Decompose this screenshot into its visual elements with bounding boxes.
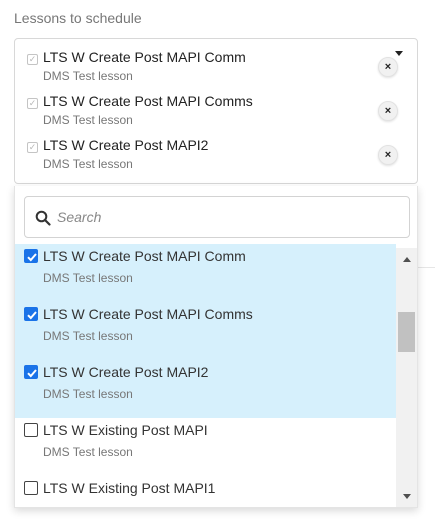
caret-down-icon[interactable] (395, 51, 403, 56)
option-item[interactable]: LTS W Create Post MAPI Comms DMS Test le… (15, 302, 396, 360)
search-input[interactable] (55, 205, 395, 229)
option-subtitle: DMS Test lesson (43, 445, 133, 459)
search-box[interactable] (24, 196, 410, 238)
checkbox-checked[interactable] (24, 365, 38, 379)
option-subtitle: DMS Test lesson (43, 271, 133, 285)
scroll-down-icon[interactable] (403, 494, 411, 499)
option-item[interactable]: LTS W Existing Post MAPI DMS Test lesson (15, 418, 396, 476)
search-icon (35, 210, 51, 226)
options-list: LTS W Create Post MAPI Comm DMS Test les… (15, 244, 396, 507)
remove-chip-button[interactable]: × (378, 57, 398, 77)
field-label: Lessons to schedule (14, 10, 142, 26)
chip-subtitle: DMS Test lesson (43, 69, 133, 83)
scrollbar-thumb[interactable] (398, 312, 415, 352)
option-subtitle: DMS Test lesson (43, 387, 133, 401)
option-item[interactable]: LTS W Create Post MAPI2 DMS Test lesson (15, 360, 396, 418)
checkbox-unchecked[interactable] (24, 423, 38, 437)
option-subtitle: DMS Test lesson (43, 329, 133, 343)
check-icon (27, 253, 37, 262)
option-item[interactable]: LTS W Existing Post MAPI1 (15, 476, 396, 507)
scroll-up-icon[interactable] (403, 257, 411, 262)
selected-chip: ✓ LTS W Create Post MAPI Comm DMS Test l… (27, 49, 398, 89)
selected-chip: ✓ LTS W Create Post MAPI2 DMS Test lesso… (27, 137, 398, 177)
chip-title: LTS W Create Post MAPI Comm (43, 49, 246, 65)
remove-chip-button[interactable]: × (378, 101, 398, 121)
lesson-dropdown: LTS W Create Post MAPI Comm DMS Test les… (14, 186, 418, 508)
check-icon: ✓ (27, 98, 38, 109)
chip-subtitle: DMS Test lesson (43, 157, 133, 171)
option-item[interactable]: LTS W Create Post MAPI Comm DMS Test les… (15, 244, 396, 302)
chip-title: LTS W Create Post MAPI Comms (43, 93, 253, 109)
check-icon (27, 311, 37, 320)
check-icon: ✓ (27, 54, 38, 65)
checkbox-checked[interactable] (24, 249, 38, 263)
option-title: LTS W Create Post MAPI Comm (43, 248, 246, 264)
remove-chip-button[interactable]: × (378, 145, 398, 165)
selected-chip: ✓ LTS W Create Post MAPI Comms DMS Test … (27, 93, 398, 133)
option-title: LTS W Existing Post MAPI (43, 422, 208, 438)
divider (418, 267, 435, 268)
selected-lessons-box[interactable]: ✓ LTS W Create Post MAPI Comm DMS Test l… (14, 38, 418, 184)
chip-subtitle: DMS Test lesson (43, 113, 133, 127)
checkbox-checked[interactable] (24, 307, 38, 321)
chip-title: LTS W Create Post MAPI2 (43, 137, 209, 153)
check-icon: ✓ (27, 142, 38, 153)
check-icon (27, 369, 37, 378)
option-title: LTS W Existing Post MAPI1 (43, 480, 216, 496)
checkbox-unchecked[interactable] (24, 481, 38, 495)
option-title: LTS W Create Post MAPI2 (43, 364, 209, 380)
option-title: LTS W Create Post MAPI Comms (43, 306, 253, 322)
scrollbar[interactable] (396, 248, 417, 507)
